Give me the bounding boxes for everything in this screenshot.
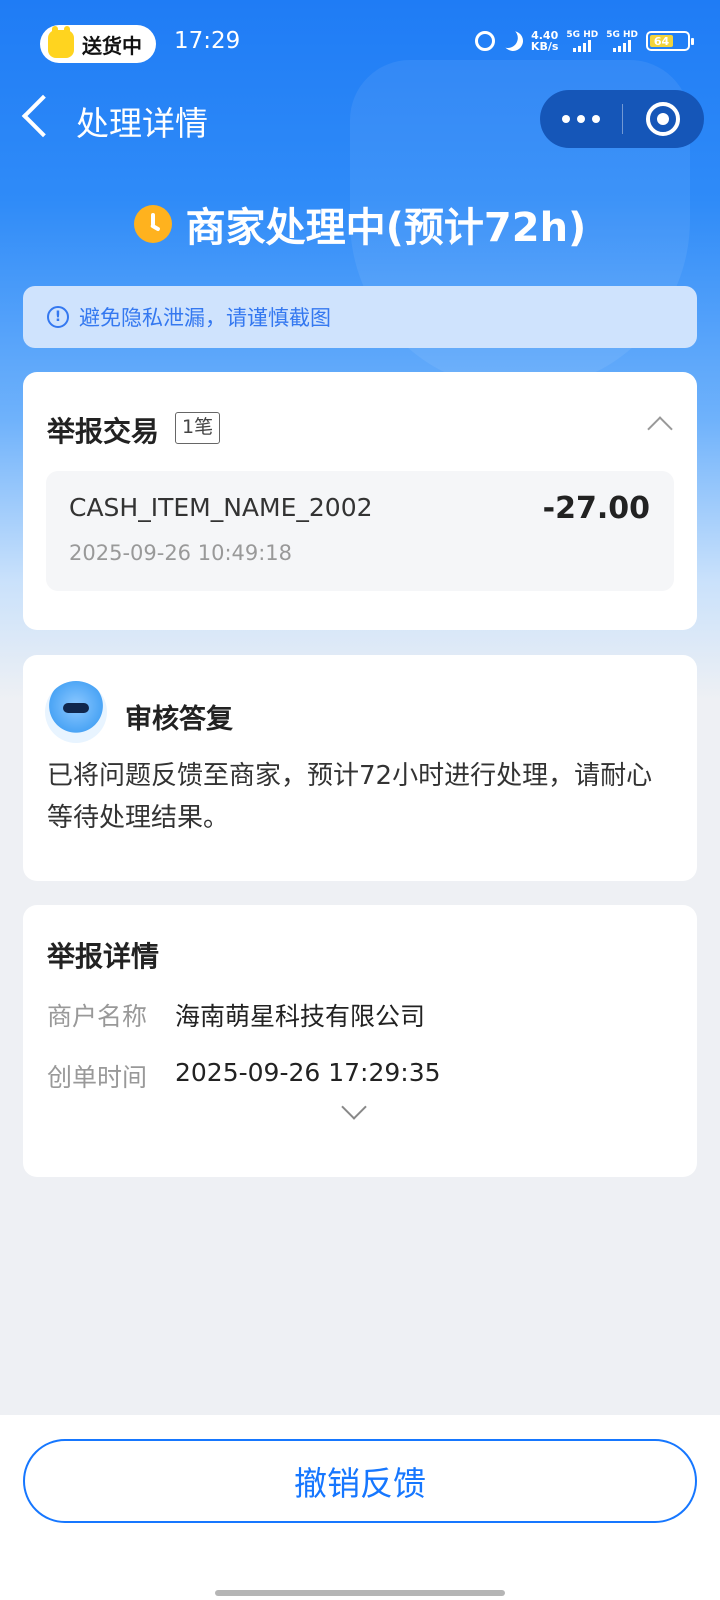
battery-level: 64 [650,35,674,48]
alarm-icon [474,31,495,51]
transaction-item[interactable]: CASH_ITEM_NAME_2002 -27.00 2025-09-26 10… [46,471,674,591]
home-indicator[interactable] [215,1590,505,1596]
rabbit-logo-icon [48,26,74,58]
transaction-name: CASH_ITEM_NAME_2002 [69,493,373,522]
review-reply-card: 审核答复 已将问题反馈至商家，预计72小时进行处理，请耐心等待处理结果。 [23,655,697,881]
merchant-name-value: 海南萌星科技有限公司 [175,1002,426,1031]
battery-icon: 64 [646,31,694,51]
pill-label: 送货中 [82,33,142,58]
delivery-status-pill[interactable]: 送货中 [40,25,156,63]
count-badge: 1笔 [175,412,221,444]
clock-icon [133,205,172,243]
network-speed: 4.40 KB/s [531,30,558,52]
section-title: 审核答复 [125,704,233,735]
signal-icon [613,40,632,52]
status-heading: 商家处理中(预计72h) [0,195,720,253]
target-icon [646,102,681,136]
status-text: 商家处理中(预计72h) [185,205,587,251]
report-details-card: 举报详情 商户名称 海南萌星科技有限公司 创单时间 2025-09-26 17:… [23,905,697,1177]
section-title: 举报交易 [47,415,160,448]
network-speed-unit: KB/s [530,40,559,53]
created-time-label: 创单时间 [47,1063,148,1092]
clock-time: 17:29 [174,28,241,54]
cancel-feedback-button[interactable]: 撤销反馈 [23,1439,697,1523]
privacy-notice: ! 避免隐私泄漏，请谨慎截图 [23,286,697,348]
sim1-label: 5G HD [566,30,599,40]
transaction-amount: -27.00 [542,491,650,526]
sim2-label: 5G HD [606,30,638,40]
miniapp-capsule [540,90,704,148]
robot-avatar [45,681,107,743]
created-time-value: 2025-09-26 17:29:35 [175,1058,441,1087]
chevron-up-icon[interactable] [647,416,673,442]
close-miniapp-button[interactable] [623,90,705,148]
do-not-disturb-icon [499,27,526,54]
sim1-signal: 5G HD [566,30,598,52]
system-icons: 4.40 KB/s 5G HD 5G HD 64 [474,27,694,54]
merchant-name-label: 商户名称 [47,1002,148,1031]
transaction-time: 2025-09-26 10:49:18 [69,541,293,565]
chevron-down-icon[interactable] [341,1094,367,1120]
info-icon: ! [47,306,69,328]
signal-icon [573,40,592,52]
bottom-bar: 撤销反馈 [0,1415,720,1600]
section-title: 举报详情 [47,940,160,973]
sim2-signal: 5G HD [606,30,638,52]
page-title: 处理详情 [76,104,208,143]
notice-text: 避免隐私泄漏，请谨慎截图 [79,306,331,330]
more-icon[interactable] [540,90,622,148]
status-bar: 送货中 17:29 4.40 KB/s 5G HD 5G HD 64 [0,0,720,90]
report-transaction-card: 举报交易 1笔 CASH_ITEM_NAME_2002 -27.00 2025-… [23,372,697,630]
reply-body: 已将问题反馈至商家，预计72小时进行处理，请耐心等待处理结果。 [47,761,653,833]
